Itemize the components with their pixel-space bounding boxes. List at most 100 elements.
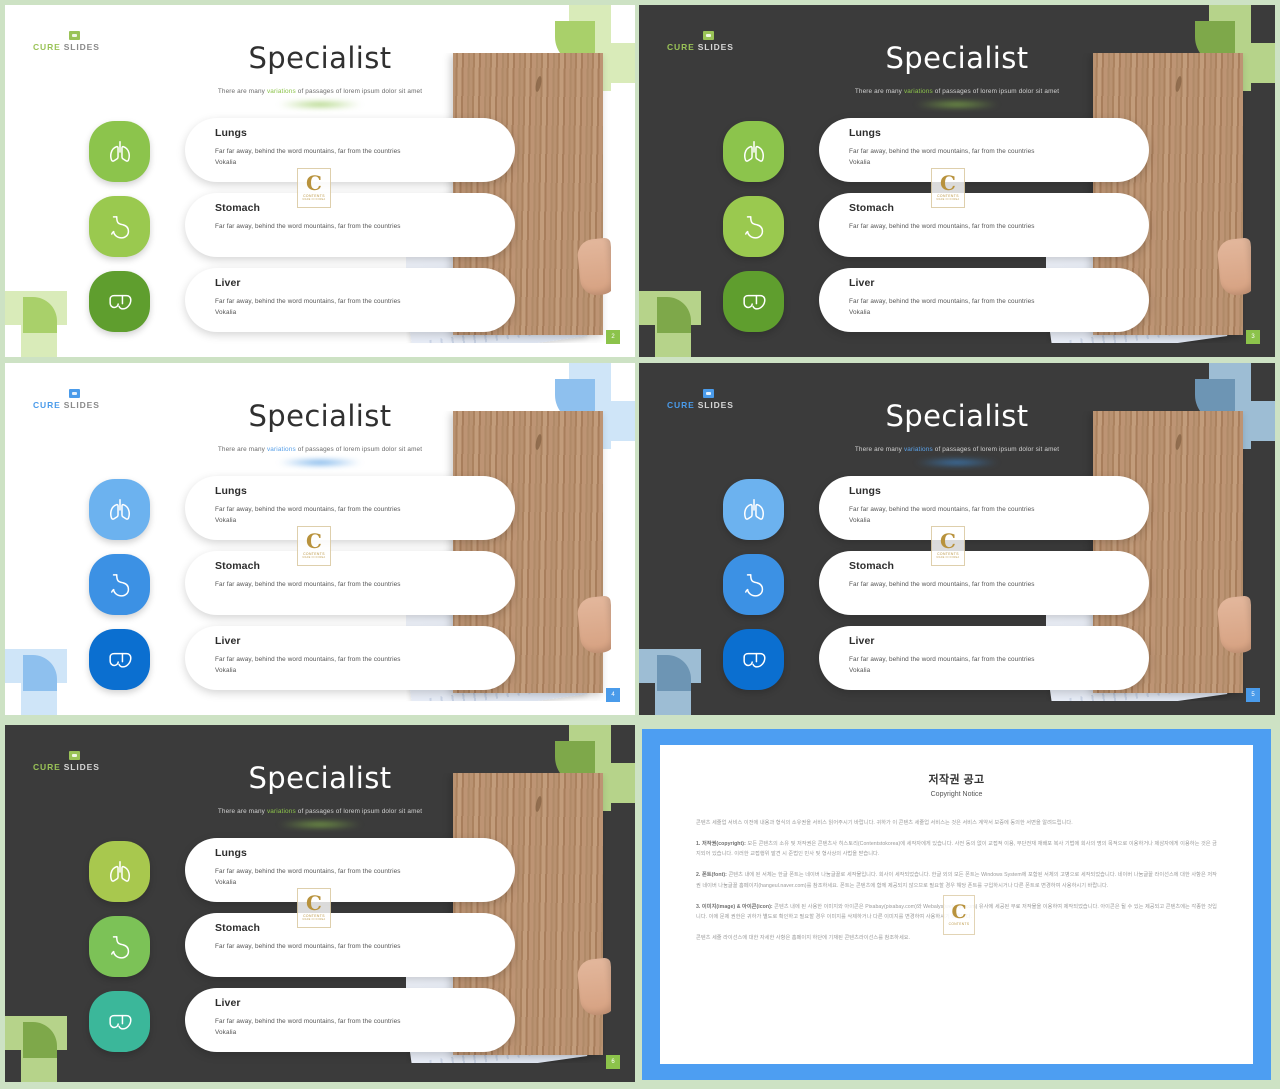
slide-blue-dark[interactable]: CURE SLIDES Specialist There are many var… — [639, 363, 1275, 715]
decor-corner-bottom-left-vertical — [21, 1020, 57, 1082]
copyright-watermark-label: CONTENTS — [948, 922, 970, 927]
subtitle-after: of passages of lorem ipsum dolor sit ame… — [932, 87, 1060, 95]
organ-row[interactable]: Liver Far far away, behind the word moun… — [723, 268, 1183, 334]
logo-mark-icon — [703, 389, 714, 398]
organ-card[interactable]: Lungs Far far away, behind the word moun… — [819, 476, 1149, 540]
liver-icon[interactable] — [723, 271, 784, 332]
organ-card[interactable]: Liver Far far away, behind the word moun… — [185, 268, 515, 332]
subtitle-before: There are many — [854, 445, 904, 453]
organ-title: Stomach — [215, 922, 261, 934]
organ-card[interactable]: Lungs Far far away, behind the word moun… — [185, 838, 515, 902]
contents-watermark: C CONTENTS MADE IN KOREA — [297, 168, 331, 208]
contents-watermark: C CONTENTS MADE IN KOREA — [931, 526, 965, 566]
watermark-letter: C — [306, 529, 322, 553]
stomach-icon[interactable] — [89, 196, 150, 257]
lungs-icon[interactable] — [723, 121, 784, 182]
organ-description: Far far away, behind the word mountains,… — [849, 223, 1035, 230]
slide-copyright[interactable]: 저작권 공고 Copyright Notice 콘텐츠 세줄업 서비스 이전에 … — [642, 729, 1271, 1080]
organ-card[interactable]: Lungs Far far away, behind the word moun… — [819, 118, 1149, 182]
organ-card[interactable]: Lungs Far far away, behind the word moun… — [185, 118, 515, 182]
organ-description: Far far away, behind the word mountains,… — [215, 656, 401, 675]
organ-description: Far far away, behind the word mountains,… — [215, 223, 401, 230]
slide-green-dark-teal[interactable]: CURE SLIDES Specialist There are many var… — [5, 725, 635, 1082]
contents-watermark: C CONTENTS MADE IN KOREA — [297, 526, 331, 566]
copyright-watermark-letter: C — [951, 900, 967, 923]
page-number-badge: 4 — [606, 688, 620, 702]
subtitle-after: of passages of lorem ipsum dolor sit ame… — [295, 445, 423, 453]
subtitle-highlight: variations — [266, 87, 296, 95]
organ-card[interactable]: Liver Far far away, behind the word moun… — [819, 626, 1149, 690]
organ-description: Far far away, behind the word mountains,… — [215, 581, 401, 588]
lungs-icon[interactable] — [89, 479, 150, 540]
organ-card[interactable]: Lungs Far far away, behind the word moun… — [185, 476, 515, 540]
decor-corner-bottom-left-round — [23, 1022, 57, 1058]
logo-mark-icon — [69, 751, 80, 760]
organ-card[interactable]: Liver Far far away, behind the word moun… — [185, 626, 515, 690]
organ-card[interactable]: Liver Far far away, behind the word moun… — [819, 268, 1149, 332]
organ-row-list: Lungs Far far away, behind the word moun… — [89, 118, 549, 343]
stomach-icon[interactable] — [723, 554, 784, 615]
organ-title: Lungs — [215, 485, 247, 497]
organ-card[interactable]: Stomach Far far away, behind the word mo… — [819, 551, 1149, 615]
decor-corner-bottom-left-round — [657, 655, 691, 691]
stomach-icon[interactable] — [89, 554, 150, 615]
deck-cell-4: CURE SLIDES Specialist There are many var… — [637, 362, 1280, 725]
decor-corner-bottom-left-horizontal — [639, 291, 701, 325]
lungs-icon[interactable] — [89, 121, 150, 182]
watermark-sublabel: MADE IN KOREA — [302, 198, 326, 201]
decor-corner-bottom-left-horizontal — [5, 291, 67, 325]
slide-green-light[interactable]: CURE SLIDES Specialist There are many var… — [5, 5, 635, 357]
organ-row-list: Lungs Far far away, behind the word moun… — [89, 476, 549, 701]
stomach-icon[interactable] — [89, 916, 150, 977]
logo-mark-icon — [69, 31, 80, 40]
decor-corner-bottom-left-vertical — [21, 295, 57, 357]
deck-cell-2: CURE SLIDES Specialist There are many var… — [637, 0, 1280, 362]
lungs-icon[interactable] — [89, 841, 150, 902]
organ-description: Far far away, behind the word mountains,… — [215, 1018, 401, 1037]
organ-title: Lungs — [849, 127, 881, 139]
watermark-letter: C — [940, 171, 956, 195]
organ-row[interactable]: Liver Far far away, behind the word moun… — [723, 626, 1183, 692]
subtitle-highlight: variations — [903, 87, 933, 95]
liver-icon[interactable] — [89, 991, 150, 1052]
copyright-title: 저작권 공고 — [928, 774, 985, 786]
organ-description: Far far away, behind the word mountains,… — [215, 148, 401, 167]
liver-icon[interactable] — [89, 271, 150, 332]
organ-description: Far far away, behind the word mountains,… — [215, 868, 401, 887]
subtitle-highlight: variations — [266, 807, 296, 815]
decor-corner-bottom-left-horizontal — [639, 649, 701, 683]
organ-card[interactable]: Stomach Far far away, behind the word mo… — [185, 551, 515, 615]
organ-description: Far far away, behind the word mountains,… — [849, 656, 1035, 675]
decor-corner-bottom-left-round — [23, 655, 57, 691]
logo-mark-icon — [69, 389, 80, 398]
lungs-icon[interactable] — [723, 479, 784, 540]
organ-title: Lungs — [849, 485, 881, 497]
organ-row[interactable]: Liver Far far away, behind the word moun… — [89, 268, 549, 334]
copyright-subtitle: Copyright Notice — [930, 791, 983, 798]
organ-title: Stomach — [215, 202, 261, 214]
title-underline-glow — [278, 100, 362, 108]
watermark-letter: C — [306, 891, 322, 915]
subtitle-highlight: variations — [903, 445, 933, 453]
organ-card[interactable]: Stomach Far far away, behind the word mo… — [819, 193, 1149, 257]
slide-green-dark[interactable]: CURE SLIDES Specialist There are many var… — [639, 5, 1275, 357]
organ-card[interactable]: Stomach Far far away, behind the word mo… — [185, 193, 515, 257]
organ-title: Stomach — [215, 560, 261, 572]
organ-row-list: Lungs Far far away, behind the word moun… — [723, 118, 1183, 343]
organ-row[interactable]: Liver Far far away, behind the word moun… — [89, 988, 549, 1054]
subtitle-highlight: variations — [266, 445, 296, 453]
decor-corner-bottom-left-round — [657, 297, 691, 333]
decor-corner-bottom-left-vertical — [655, 295, 691, 357]
organ-row[interactable]: Liver Far far away, behind the word moun… — [89, 626, 549, 692]
watermark-letter: C — [306, 171, 322, 195]
liver-icon[interactable] — [723, 629, 784, 690]
subtitle-before: There are many — [217, 87, 267, 95]
organ-card[interactable]: Liver Far far away, behind the word moun… — [185, 988, 515, 1052]
organ-title: Lungs — [215, 847, 247, 859]
slide-blue-light[interactable]: CURE SLIDES Specialist There are many var… — [5, 363, 635, 715]
copyright-paragraph: 콘텐츠 세줄업 서비스 이전에 내용과 형식의 소유권을 서비스 읽어주시기 바… — [696, 820, 1073, 826]
organ-title: Liver — [215, 277, 241, 289]
organ-card[interactable]: Stomach Far far away, behind the word mo… — [185, 913, 515, 977]
stomach-icon[interactable] — [723, 196, 784, 257]
liver-icon[interactable] — [89, 629, 150, 690]
